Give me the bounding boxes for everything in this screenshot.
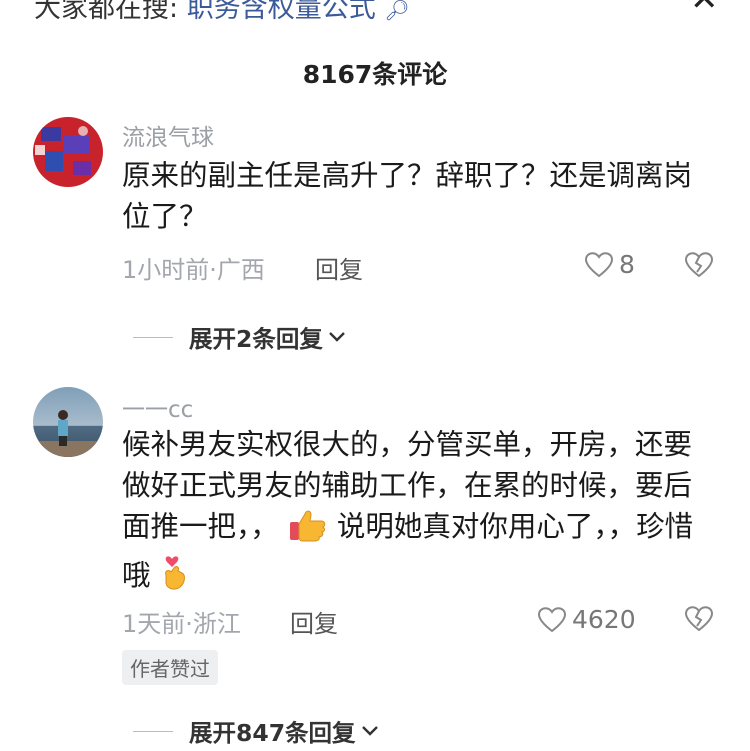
finger-heart-icon — [160, 553, 190, 602]
like-button[interactable]: 4620 — [538, 605, 636, 634]
expand-replies-label: 展开2条回复 — [189, 325, 323, 353]
expand-replies-label: 展开847条回复 — [189, 719, 356, 747]
top-search-bar: 大家都在搜: 职务含权量公式 🔎︎ ✕ — [0, 0, 750, 40]
reply-button[interactable]: 回复 — [315, 250, 363, 285]
dislike-icon[interactable] — [684, 252, 714, 282]
comments-count-title: 8167条评论 — [302, 60, 448, 89]
heart-icon — [585, 251, 613, 277]
comment-username[interactable]: 流浪气球 — [122, 118, 214, 152]
like-button[interactable]: 8 — [585, 250, 635, 279]
reply-button[interactable]: 回复 — [290, 604, 338, 639]
like-count: 8 — [619, 250, 635, 279]
comment-time-location: 1天前·浙江 — [122, 610, 241, 638]
comment-username[interactable]: 一一cc — [122, 390, 193, 424]
divider — [133, 730, 173, 732]
comment-text: 候补男友实权很大的，分管买单，开房，还要做好正式男友的辅助工作，在累的时候，要后… — [122, 424, 702, 602]
comment-time-location: 1小时前·广西 — [122, 256, 265, 284]
thumbs-up-icon — [288, 508, 328, 553]
author-liked-badge: 作者赞过 — [122, 650, 218, 685]
chevron-down-icon — [329, 332, 345, 342]
search-icon: 🔎︎ — [384, 0, 410, 22]
divider — [133, 336, 173, 338]
like-count: 4620 — [572, 605, 636, 634]
comment-text: 原来的副主任是高升了？辞职了？还是调离岗位了？ — [122, 159, 693, 233]
dislike-icon[interactable] — [684, 606, 714, 636]
chevron-down-icon — [361, 726, 378, 736]
expand-replies-button[interactable]: 展开2条回复 — [133, 320, 347, 354]
close-icon[interactable]: ✕ — [690, 0, 719, 16]
avatar[interactable] — [33, 387, 103, 457]
heart-icon — [538, 606, 566, 632]
avatar[interactable] — [33, 117, 103, 187]
search-suggestion[interactable]: 大家都在搜: 职务含权量公式 🔎︎ — [34, 0, 410, 25]
search-keyword[interactable]: 职务含权量公式 — [187, 0, 376, 24]
search-prefix: 大家都在搜: — [34, 0, 179, 24]
expand-replies-button[interactable]: 展开847条回复 — [133, 714, 380, 748]
